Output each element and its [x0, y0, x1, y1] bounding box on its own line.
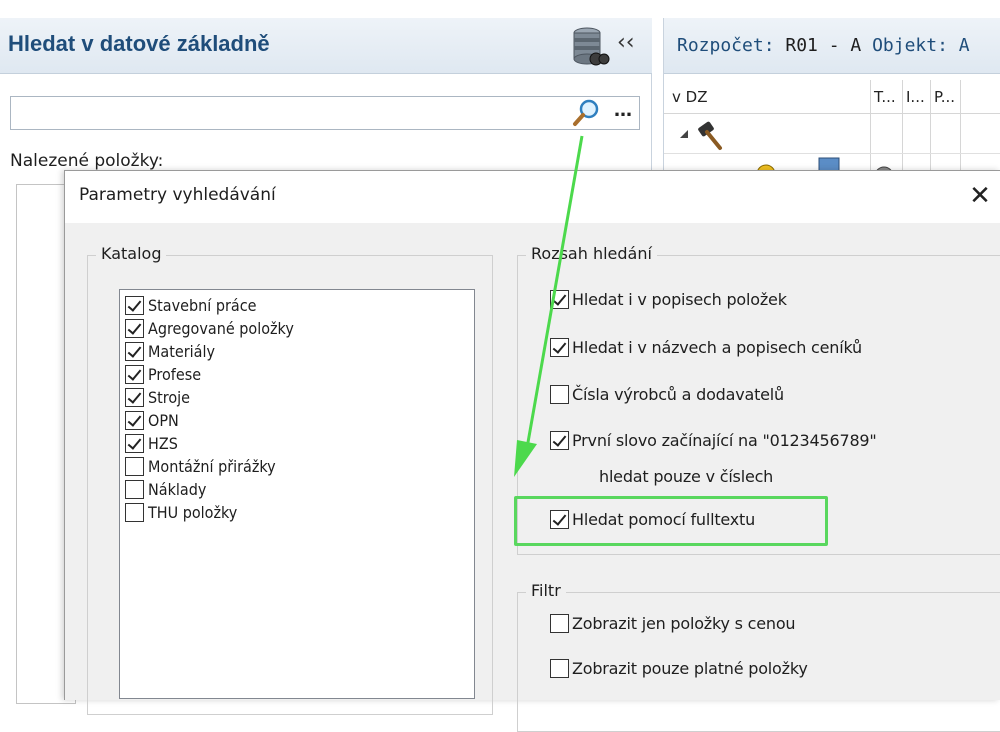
catalog-item-label: THU položky [148, 503, 238, 522]
expand-triangle-icon[interactable] [678, 128, 690, 140]
option-checkbox-0[interactable] [550, 290, 569, 309]
option-search-pricelists[interactable]: Hledat i v názvech a popisech ceníků [550, 338, 862, 358]
filter-group-label: Filtr [526, 581, 566, 600]
catalog-checkbox-6[interactable] [125, 434, 144, 453]
option-checkbox-1[interactable] [550, 338, 569, 357]
catalog-item-label: Profese [148, 365, 202, 384]
catalog-checkbox-7[interactable] [125, 457, 144, 476]
option-first-word-numeric-line2: hledat pouze v číslech [599, 467, 774, 486]
column-header-p[interactable]: P... [934, 88, 955, 106]
database-icon[interactable] [570, 26, 610, 68]
tree-row[interactable] [664, 114, 1000, 154]
search-icon[interactable] [571, 98, 601, 128]
option-label: Čísla výrobců a dodavatelů [572, 385, 784, 404]
catalog-item[interactable]: Náklady [125, 479, 465, 503]
catalog-checkbox-2[interactable] [125, 342, 144, 361]
catalog-checkbox-3[interactable] [125, 365, 144, 384]
column-header-t[interactable]: T... [874, 88, 896, 106]
collapse-left-icon[interactable]: ‹‹ [617, 28, 635, 58]
option-checkbox-3[interactable] [550, 431, 569, 450]
filter-with-price[interactable]: Zobrazit jen položky s cenou [550, 614, 796, 634]
budget-header-code: R01 - A [785, 35, 862, 56]
catalog-item-label: HZS [148, 434, 178, 453]
catalog-item[interactable]: Stavební práce [125, 295, 465, 319]
found-items-label: Nalezené položky: [10, 151, 164, 171]
dialog-titlebar: Parametry vyhledávání ✕ [65, 171, 1000, 223]
more-options-icon[interactable]: … [614, 100, 633, 121]
catalog-checkbox-0[interactable] [125, 296, 144, 315]
catalog-group: Katalog Stavební práce Agregované položk… [87, 244, 493, 715]
option-label: Hledat i v popisech položek [572, 290, 787, 309]
catalog-item-label: Agregované položky [148, 319, 294, 338]
search-panel-header: Hledat v datové základně ‹‹ [0, 18, 652, 74]
catalog-item-label: Stroje [148, 388, 191, 407]
close-icon[interactable]: ✕ [963, 179, 997, 213]
option-label: Hledat i v názvech a popisech ceníků [572, 338, 862, 357]
catalog-item[interactable]: Agregované položky [125, 318, 465, 342]
catalog-checkbox-4[interactable] [125, 388, 144, 407]
catalog-item[interactable]: OPN [125, 410, 465, 434]
catalog-checkbox-5[interactable] [125, 411, 144, 430]
budget-header-rest: Objekt: A [861, 35, 970, 56]
option-checkbox-4[interactable] [550, 510, 569, 529]
option-checkbox-2[interactable] [550, 385, 569, 404]
catalog-item-label: Stavební práce [148, 296, 257, 315]
search-input[interactable] [10, 96, 640, 130]
search-range-group-label: Rozsah hledání [526, 244, 657, 263]
column-header-i[interactable]: I... [906, 88, 925, 106]
hammer-icon [698, 121, 722, 150]
search-panel-title: Hledat v datové základně [8, 31, 270, 56]
catalog-checkbox-1[interactable] [125, 319, 144, 338]
filter-checkbox-0[interactable] [550, 614, 569, 633]
search-parameters-dialog: Parametry vyhledávání ✕ Katalog Stavební… [64, 170, 1000, 732]
column-header-vdz[interactable]: v DZ [672, 88, 707, 106]
catalog-item-label: Montážní přirážky [148, 457, 276, 476]
option-manufacturer-numbers[interactable]: Čísla výrobců a dodavatelů [550, 385, 784, 405]
catalog-item[interactable]: THU položky [125, 502, 465, 526]
catalog-item-label: Materiály [148, 342, 215, 361]
catalog-item-label: Náklady [148, 480, 207, 499]
option-first-word-numeric[interactable]: První slovo začínající na "0123456789" [550, 431, 877, 451]
catalog-item[interactable]: Profese [125, 364, 465, 388]
catalog-checkbox-9[interactable] [125, 503, 144, 522]
catalog-item[interactable]: Stroje [125, 387, 465, 411]
filter-checkbox-1[interactable] [550, 659, 569, 678]
budget-panel-header: Rozpočet: R01 - A Objekt: A [664, 18, 1000, 74]
filter-valid-only[interactable]: Zobrazit pouze platné položky [550, 659, 808, 679]
catalog-item[interactable]: Materiály [125, 341, 465, 365]
catalog-item-label: OPN [148, 411, 179, 430]
option-label: První slovo začínající na "0123456789" [572, 431, 877, 450]
catalog-item[interactable]: HZS [125, 433, 465, 457]
catalog-group-label: Katalog [96, 244, 167, 263]
option-search-descriptions[interactable]: Hledat i v popisech položek [550, 290, 787, 310]
budget-grid-header: v DZ T... I... P... [664, 80, 1000, 114]
catalog-item[interactable]: Montážní přirážky [125, 456, 465, 480]
filter-label: Zobrazit jen položky s cenou [572, 614, 796, 633]
catalog-list[interactable]: Stavební práce Agregované položky Materi… [119, 289, 475, 699]
catalog-checkbox-8[interactable] [125, 480, 144, 499]
option-label: Hledat pomocí fulltextu [572, 510, 756, 529]
option-fulltext-search[interactable]: Hledat pomocí fulltextu [550, 510, 755, 530]
filter-label: Zobrazit pouze platné položky [572, 659, 808, 678]
budget-header-prefix: Rozpočet: [677, 35, 786, 56]
dialog-title: Parametry vyhledávání [79, 185, 276, 205]
